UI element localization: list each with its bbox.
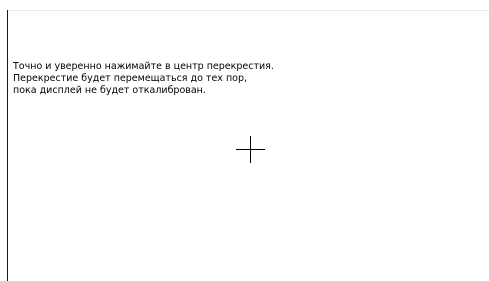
top-divider	[8, 10, 489, 11]
instruction-line-1: Точно и уверенно нажимайте в центр перек…	[13, 61, 274, 72]
calibration-instructions: Точно и уверенно нажимайте в центр перек…	[13, 61, 433, 97]
left-edge-border	[7, 10, 8, 281]
instruction-line-3: пока дисплей не будет откалиброван.	[13, 85, 206, 96]
instruction-line-2: Перекрестие будет перемещаться до тех по…	[13, 73, 248, 84]
crosshair-target[interactable]	[236, 136, 265, 163]
crosshair-icon[interactable]	[236, 136, 265, 163]
calibration-screen: Точно и уверенно нажимайте в центр перек…	[0, 0, 489, 281]
